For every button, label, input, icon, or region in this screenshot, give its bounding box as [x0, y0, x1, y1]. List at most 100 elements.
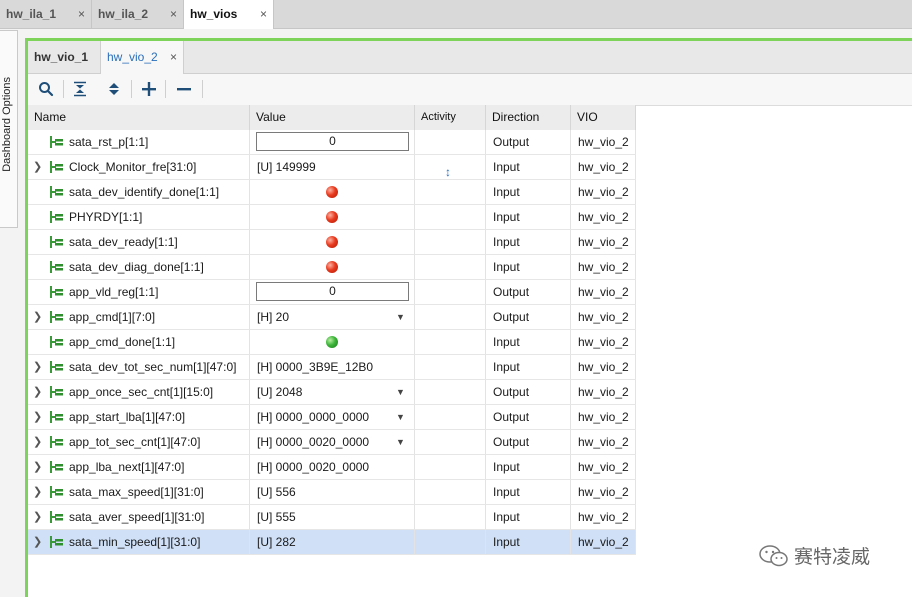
tab-hw-vio-1[interactable]: hw_vio_1: [28, 41, 100, 73]
table-row[interactable]: sata_dev_identify_done[1:1] Input hw_vio_2: [28, 180, 636, 205]
tab-label: hw_vio_1: [34, 50, 89, 64]
dropdown-arrow-icon[interactable]: ▼: [396, 380, 405, 404]
table-row[interactable]: ❯ sata_aver_speed[1][31:0] [U] 555 Input hw_…: [28, 505, 636, 530]
activity-cell: ↕: [415, 155, 486, 179]
tab-label: hw_ila_2: [98, 7, 149, 21]
name-cell: sata_dev_identify_done[1:1]: [28, 180, 250, 204]
value-input[interactable]: 0: [256, 282, 409, 301]
direction-cell: Input: [486, 205, 571, 229]
table-row[interactable]: ❯ sata_max_speed[1][31:0] [U] 556 Input hw_v…: [28, 480, 636, 505]
table-row[interactable]: ❯ app_tot_sec_cnt[1][47:0] [H] 0000_0020_0…: [28, 430, 636, 455]
value-cell[interactable]: [H] 0000_0020_0000: [250, 455, 415, 479]
name-cell: ❯ app_start_lba[1][47:0]: [28, 405, 250, 429]
value-cell[interactable]: [U] 2048 ▼: [250, 380, 415, 404]
expand-chevron-icon[interactable]: ❯: [33, 155, 42, 179]
expand-chevron-icon[interactable]: ❯: [33, 530, 42, 554]
sub-tab-bar: hw_vio_1 hw_vio_2 ×: [28, 41, 912, 74]
expand-chevron-icon[interactable]: ❯: [33, 455, 42, 479]
dashboard-options-tab[interactable]: Dashboard Options: [0, 30, 18, 228]
table-row[interactable]: ❯ sata_min_speed[1][31:0] [U] 282 Input hw_v…: [28, 530, 636, 555]
column-header-value[interactable]: Value: [250, 105, 415, 130]
expand-chevron-icon[interactable]: ❯: [33, 355, 42, 379]
close-icon[interactable]: ×: [170, 7, 177, 21]
column-header-direction[interactable]: Direction: [486, 105, 571, 130]
expand-chevron-icon[interactable]: ❯: [33, 305, 42, 329]
top-tab-hw-vios[interactable]: hw_vios ×: [184, 0, 274, 29]
value-cell[interactable]: [H] 0000_0000_0000 ▼: [250, 405, 415, 429]
close-icon[interactable]: ×: [170, 50, 177, 64]
value-cell[interactable]: [U] 555: [250, 505, 415, 529]
table-row[interactable]: ❯ app_lba_next[1][47:0] [H] 0000_0020_0000…: [28, 455, 636, 480]
table-row[interactable]: sata_rst_p[1:1] 0 Output hw_vio_2: [28, 130, 636, 155]
expand-chevron-icon[interactable]: ❯: [33, 380, 42, 404]
probe-icon: [50, 361, 63, 373]
value-cell[interactable]: [250, 205, 415, 229]
name-cell: ❯ sata_min_speed[1][31:0]: [28, 530, 250, 554]
vio-cell: hw_vio_2: [571, 180, 636, 204]
vio-cell: hw_vio_2: [571, 405, 636, 429]
column-header-vio[interactable]: VIO: [571, 105, 636, 130]
value-cell[interactable]: [250, 255, 415, 279]
column-header-name[interactable]: Name: [28, 105, 250, 130]
expand-all-icon[interactable]: [102, 78, 126, 100]
probe-icon: [50, 161, 63, 173]
value-cell[interactable]: [U] 282: [250, 530, 415, 554]
table-row[interactable]: sata_dev_ready[1:1] Input hw_vio_2: [28, 230, 636, 255]
top-tab-hw-ila-1[interactable]: hw_ila_1 ×: [0, 0, 92, 28]
table-row[interactable]: PHYRDY[1:1] Input hw_vio_2: [28, 205, 636, 230]
vio-dashboard-panel: hw_vio_1 hw_vio_2 × Name Value Activity …: [25, 38, 912, 597]
top-tab-bar: hw_ila_1 × hw_ila_2 × hw_vios ×: [0, 0, 912, 29]
search-icon[interactable]: [34, 78, 58, 100]
dropdown-arrow-icon[interactable]: ▼: [396, 305, 405, 329]
value-cell[interactable]: [H] 0000_0020_0000 ▼: [250, 430, 415, 454]
value-text: [U] 282: [257, 535, 296, 549]
activity-cell: [415, 130, 486, 154]
name-cell: ❯ app_lba_next[1][47:0]: [28, 455, 250, 479]
table-row[interactable]: ❯ app_cmd[1][7:0] [H] 20 ▼ Output hw_vio_2: [28, 305, 636, 330]
activity-cell: [415, 180, 486, 204]
expand-chevron-icon[interactable]: ❯: [33, 505, 42, 529]
expand-chevron-icon[interactable]: ❯: [33, 480, 42, 504]
red-led-indicator: [326, 236, 338, 248]
remove-icon[interactable]: [172, 78, 196, 100]
table-row[interactable]: app_vld_reg[1:1] 0 Output hw_vio_2: [28, 280, 636, 305]
tab-label: hw_vio_2: [107, 50, 158, 64]
value-cell[interactable]: 0: [250, 130, 415, 154]
dropdown-arrow-icon[interactable]: ▼: [396, 405, 405, 429]
add-icon[interactable]: [137, 78, 161, 100]
column-header-activity[interactable]: Activity: [415, 105, 486, 130]
name-cell: app_cmd_done[1:1]: [28, 330, 250, 354]
table-row[interactable]: ❯ app_once_sec_cnt[1][15:0] [U] 2048 ▼ Outpu…: [28, 380, 636, 405]
value-cell[interactable]: [250, 230, 415, 254]
dashboard-options-label: Dashboard Options: [1, 77, 13, 172]
expand-chevron-icon[interactable]: ❯: [33, 430, 42, 454]
value-cell[interactable]: [U] 149999: [250, 155, 415, 179]
value-cell[interactable]: [H] 20 ▼: [250, 305, 415, 329]
value-cell[interactable]: 0: [250, 280, 415, 304]
tab-hw-vio-2[interactable]: hw_vio_2 ×: [100, 41, 184, 74]
dropdown-arrow-icon[interactable]: ▼: [396, 430, 405, 454]
table-row[interactable]: ❯ Clock_Monitor_fre[31:0] [U] 149999 ↕ Input…: [28, 155, 636, 180]
value-cell[interactable]: [H] 0000_3B9E_12B0: [250, 355, 415, 379]
probe-icon: [50, 536, 63, 548]
value-cell[interactable]: [U] 556: [250, 480, 415, 504]
table-row[interactable]: ❯ sata_dev_tot_sec_num[1][47:0] [H] 0000_3…: [28, 355, 636, 380]
name-cell: sata_dev_ready[1:1]: [28, 230, 250, 254]
value-cell[interactable]: [250, 330, 415, 354]
probe-name: sata_min_speed[1][31:0]: [69, 535, 201, 549]
value-cell[interactable]: [250, 180, 415, 204]
top-tab-hw-ila-2[interactable]: hw_ila_2 ×: [92, 0, 184, 28]
expand-chevron-icon[interactable]: ❯: [33, 405, 42, 429]
table-row[interactable]: ❯ app_start_lba[1][47:0] [H] 0000_0000_000…: [28, 405, 636, 430]
direction-cell: Input: [486, 455, 571, 479]
table-row[interactable]: sata_dev_diag_done[1:1] Input hw_vio_2: [28, 255, 636, 280]
probe-icon: [50, 486, 63, 498]
close-icon[interactable]: ×: [78, 7, 85, 21]
vio-cell: hw_vio_2: [571, 530, 636, 554]
toolbar: [28, 74, 912, 106]
table-row[interactable]: app_cmd_done[1:1] Input hw_vio_2: [28, 330, 636, 355]
collapse-all-icon[interactable]: [68, 78, 92, 100]
value-text: [H] 0000_3B9E_12B0: [257, 360, 374, 374]
close-icon[interactable]: ×: [260, 7, 267, 21]
value-input[interactable]: 0: [256, 132, 409, 151]
